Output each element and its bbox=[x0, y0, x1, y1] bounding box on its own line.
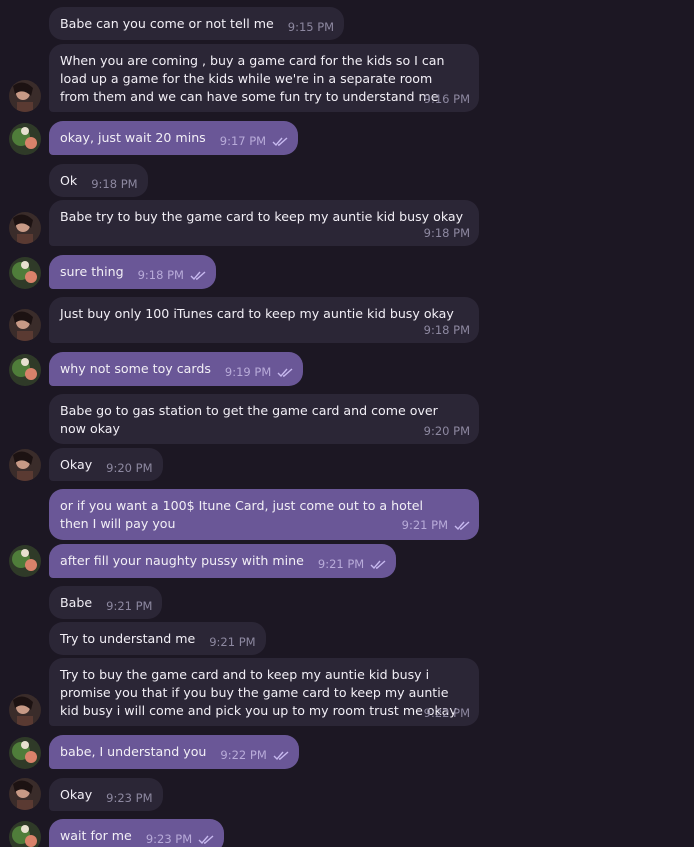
contact-avatar[interactable] bbox=[9, 80, 41, 112]
message-text: Okay bbox=[60, 457, 93, 472]
contact-avatar[interactable] bbox=[9, 309, 41, 341]
message-time: 9:21 PM bbox=[317, 557, 365, 571]
message-time: 9:23 PM bbox=[145, 832, 193, 846]
user-avatar[interactable] bbox=[9, 737, 41, 769]
incoming-message[interactable]: Try to understand me 9:21 PM bbox=[49, 622, 266, 655]
message-time: 9:15 PM bbox=[287, 20, 335, 34]
message-time: 9:21 PM bbox=[209, 635, 256, 649]
message-text: Ok bbox=[60, 173, 78, 188]
incoming-message[interactable]: Just buy only 100 iTunes card to keep my… bbox=[49, 297, 479, 343]
message-time: 9:17 PM bbox=[219, 134, 267, 148]
message-text: Babe go to gas station to get the game c… bbox=[60, 403, 438, 436]
outgoing-message[interactable]: sure thing 9:18 PM bbox=[49, 255, 216, 289]
message-text: Babe bbox=[60, 595, 93, 610]
double-check-icon bbox=[370, 557, 386, 575]
user-avatar[interactable] bbox=[9, 257, 41, 289]
message-time: 9:22 PM bbox=[423, 706, 470, 720]
message-text: wait for me bbox=[60, 828, 132, 843]
incoming-message[interactable]: Try to buy the game card and to keep my … bbox=[49, 658, 479, 726]
message-time: 9:18 PM bbox=[137, 268, 184, 282]
incoming-message[interactable]: Babe go to gas station to get the game c… bbox=[49, 394, 479, 444]
user-avatar[interactable] bbox=[9, 354, 41, 386]
contact-avatar[interactable] bbox=[9, 212, 41, 244]
message-time: 9:19 PM bbox=[224, 365, 272, 379]
message-text: Just buy only 100 iTunes card to keep my… bbox=[60, 306, 454, 321]
message-text: Try to buy the game card and to keep my … bbox=[60, 667, 457, 718]
message-text: When you are coming , buy a game card fo… bbox=[60, 53, 445, 104]
message-time: 9:20 PM bbox=[423, 424, 470, 438]
incoming-message[interactable]: Babe can you come or not tell me 9:15 PM bbox=[49, 7, 345, 40]
message-text: why not some toy cards bbox=[60, 361, 211, 376]
outgoing-message[interactable]: okay, just wait 20 mins 9:17 PM bbox=[49, 121, 299, 155]
message-text: Try to understand me bbox=[60, 631, 196, 646]
double-check-icon bbox=[454, 518, 470, 536]
outgoing-message[interactable]: or if you want a 100$ Itune Card, just c… bbox=[49, 489, 479, 540]
outgoing-message[interactable]: after fill your naughty pussy with mine … bbox=[49, 544, 397, 578]
double-check-icon bbox=[277, 365, 293, 383]
message-text: after fill your naughty pussy with mine bbox=[60, 553, 304, 568]
message-status: 9:21 PM bbox=[318, 555, 386, 575]
contact-avatar[interactable] bbox=[9, 778, 41, 810]
outgoing-message[interactable]: why not some toy cards 9:19 PM bbox=[49, 352, 304, 386]
double-check-icon bbox=[273, 748, 289, 766]
message-status: 9:19 PM bbox=[225, 363, 293, 383]
message-time: 9:16 PM bbox=[423, 92, 470, 106]
message-text: okay, just wait 20 mins bbox=[60, 130, 206, 145]
user-avatar[interactable] bbox=[9, 123, 41, 155]
message-status: 9:21 PM bbox=[402, 516, 470, 536]
message-time: 9:21 PM bbox=[106, 599, 153, 613]
user-avatar[interactable] bbox=[9, 821, 41, 847]
incoming-message[interactable]: Ok 9:18 PM bbox=[49, 164, 148, 197]
message-status: 9:18 PM bbox=[138, 266, 206, 286]
outgoing-message[interactable]: babe, I understand you 9:22 PM bbox=[49, 735, 299, 769]
message-status: 9:17 PM bbox=[220, 132, 288, 152]
user-avatar[interactable] bbox=[9, 545, 41, 577]
message-time: 9:23 PM bbox=[106, 791, 153, 805]
message-time: 9:20 PM bbox=[106, 461, 153, 475]
contact-avatar[interactable] bbox=[9, 694, 41, 726]
message-text: Babe can you come or not tell me bbox=[60, 16, 274, 31]
incoming-message[interactable]: Babe try to buy the game card to keep my… bbox=[49, 200, 479, 246]
incoming-message[interactable]: Okay 9:20 PM bbox=[49, 448, 163, 481]
double-check-icon bbox=[198, 832, 214, 847]
message-text: Okay bbox=[60, 787, 93, 802]
double-check-icon bbox=[272, 134, 288, 152]
message-status: 9:23 PM bbox=[146, 830, 214, 847]
message-time: 9:22 PM bbox=[220, 748, 267, 762]
double-check-icon bbox=[190, 268, 206, 286]
contact-avatar[interactable] bbox=[9, 449, 41, 481]
message-status: 9:22 PM bbox=[220, 746, 289, 766]
message-time: 9:18 PM bbox=[423, 226, 470, 240]
message-text: sure thing bbox=[60, 264, 124, 279]
chat-message-list[interactable]: Babe can you come or not tell me 9:15 PM… bbox=[0, 0, 694, 847]
incoming-message[interactable]: Okay 9:23 PM bbox=[49, 778, 163, 811]
message-text: babe, I understand you bbox=[60, 744, 207, 759]
message-time: 9:18 PM bbox=[91, 177, 138, 191]
incoming-message[interactable]: Babe 9:21 PM bbox=[49, 586, 163, 619]
message-time: 9:18 PM bbox=[423, 323, 470, 337]
incoming-message[interactable]: When you are coming , buy a game card fo… bbox=[49, 44, 479, 112]
outgoing-message[interactable]: wait for me 9:23 PM bbox=[49, 819, 225, 847]
message-time: 9:21 PM bbox=[401, 518, 448, 532]
message-text: Babe try to buy the game card to keep my… bbox=[60, 209, 464, 224]
